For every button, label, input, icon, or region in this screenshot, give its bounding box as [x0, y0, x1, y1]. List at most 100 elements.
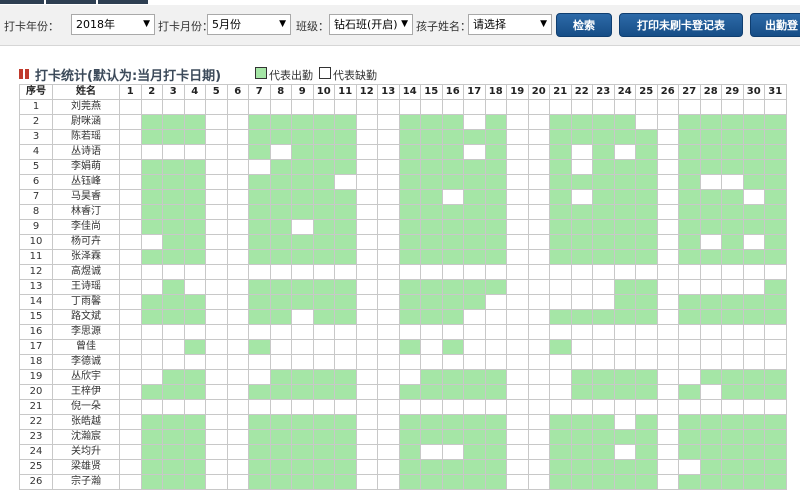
- attendance-cell-absent: [377, 174, 400, 190]
- attendance-cell-absent: [570, 324, 593, 340]
- attendance-cell-absent: [506, 309, 529, 325]
- table-row: 19 丛欣宇: [19, 369, 787, 385]
- attendance-cell-present: [592, 159, 615, 175]
- attendance-cell-absent: [226, 174, 249, 190]
- attendance-cell-present: [312, 204, 335, 220]
- attendance-cell-present: [269, 129, 292, 145]
- month-select-value: 5月份: [212, 18, 241, 31]
- attendance-cell-present: [441, 474, 464, 490]
- col-header-day: 8: [269, 84, 292, 100]
- window-tab[interactable]: [46, 0, 96, 4]
- attendance-cell-absent: [140, 99, 163, 115]
- table-row: 5 李娟萌: [19, 159, 787, 175]
- attendance-cell-absent: [527, 279, 550, 295]
- attendance-cell-present: [721, 444, 744, 460]
- attendance-cell-absent: [312, 264, 335, 280]
- row-index: 2: [19, 114, 53, 130]
- attendance-cell-absent: [506, 324, 529, 340]
- row-index: 18: [19, 354, 53, 370]
- attendance-cell-present: [291, 279, 314, 295]
- attendance-cell-present: [420, 129, 443, 145]
- attendance-cell-present: [635, 234, 658, 250]
- attendance-cell-absent: [355, 159, 378, 175]
- attendance-button[interactable]: 出勤登: [750, 13, 800, 37]
- attendance-cell-absent: [484, 339, 507, 355]
- row-index: 1: [19, 99, 53, 115]
- attendance-cell-absent: [656, 264, 679, 280]
- attendance-cell-absent: [355, 459, 378, 475]
- child-name: 李娟萌: [52, 159, 120, 175]
- attendance-cell-present: [721, 129, 744, 145]
- attendance-cell-present: [742, 219, 765, 235]
- year-select[interactable]: 2018年 ▼: [71, 14, 155, 35]
- child-name: 丛钰峰: [52, 174, 120, 190]
- attendance-cell-present: [678, 204, 701, 220]
- attendance-cell-absent: [613, 144, 636, 160]
- attendance-cell-present: [613, 369, 636, 385]
- attendance-cell-absent: [226, 99, 249, 115]
- attendance-cell-absent: [549, 384, 572, 400]
- attendance-cell-present: [678, 309, 701, 325]
- child-name: 路文斌: [52, 309, 120, 325]
- attendance-cell-absent: [764, 354, 787, 370]
- print-unswiped-button[interactable]: 打印未刷卡登记表: [619, 13, 743, 37]
- row-index: 15: [19, 309, 53, 325]
- attendance-cell-absent: [312, 354, 335, 370]
- attendance-cell-absent: [570, 264, 593, 280]
- col-header-day: 29: [721, 84, 744, 100]
- table-row: 1 刘莞燕: [19, 99, 787, 115]
- child-select[interactable]: 请选择 ▼: [468, 14, 552, 35]
- attendance-cell-absent: [377, 99, 400, 115]
- attendance-cell-present: [441, 144, 464, 160]
- attendance-cell-absent: [592, 99, 615, 115]
- window-tab[interactable]: [98, 0, 148, 4]
- attendance-cell-present: [613, 129, 636, 145]
- attendance-cell-absent: [656, 294, 679, 310]
- attendance-cell-present: [334, 234, 357, 250]
- attendance-cell-present: [742, 129, 765, 145]
- attendance-cell-absent: [291, 219, 314, 235]
- attendance-cell-present: [463, 384, 486, 400]
- attendance-cell-present: [312, 174, 335, 190]
- search-button[interactable]: 检索: [556, 13, 612, 37]
- attendance-cell-present: [162, 459, 185, 475]
- attendance-cell-present: [613, 294, 636, 310]
- attendance-cell-absent: [678, 279, 701, 295]
- attendance-cell-present: [420, 234, 443, 250]
- attendance-cell-present: [162, 204, 185, 220]
- attendance-cell-present: [162, 444, 185, 460]
- attendance-cell-present: [291, 369, 314, 385]
- attendance-cell-absent: [205, 129, 228, 145]
- attendance-cell-present: [549, 144, 572, 160]
- attendance-cell-present: [592, 144, 615, 160]
- attendance-cell-present: [420, 384, 443, 400]
- attendance-cell-present: [441, 369, 464, 385]
- attendance-cell-absent: [742, 99, 765, 115]
- attendance-cell-present: [742, 369, 765, 385]
- attendance-cell-absent: [678, 369, 701, 385]
- attendance-cell-absent: [377, 294, 400, 310]
- attendance-cell-present: [334, 219, 357, 235]
- attendance-cell-present: [678, 414, 701, 430]
- attendance-cell-present: [162, 189, 185, 205]
- attendance-cell-absent: [506, 399, 529, 415]
- attendance-cell-present: [269, 279, 292, 295]
- month-select[interactable]: 5月份 ▼: [207, 14, 291, 35]
- attendance-cell-present: [764, 174, 787, 190]
- attendance-cell-present: [398, 129, 421, 145]
- col-header-day: 22: [570, 84, 593, 100]
- attendance-cell-present: [334, 189, 357, 205]
- attendance-cell-present: [742, 309, 765, 325]
- attendance-cell-present: [334, 114, 357, 130]
- attendance-cell-absent: [527, 384, 550, 400]
- attendance-cell-present: [678, 234, 701, 250]
- col-header-day: 6: [226, 84, 249, 100]
- window-tab[interactable]: [0, 0, 44, 4]
- attendance-cell-present: [248, 414, 271, 430]
- attendance-cell-present: [162, 429, 185, 445]
- attendance-cell-absent: [506, 429, 529, 445]
- attendance-cell-present: [183, 474, 206, 490]
- attendance-cell-present: [764, 219, 787, 235]
- attendance-cell-absent: [205, 459, 228, 475]
- class-select[interactable]: 钻石班(开启) ▼: [329, 14, 413, 35]
